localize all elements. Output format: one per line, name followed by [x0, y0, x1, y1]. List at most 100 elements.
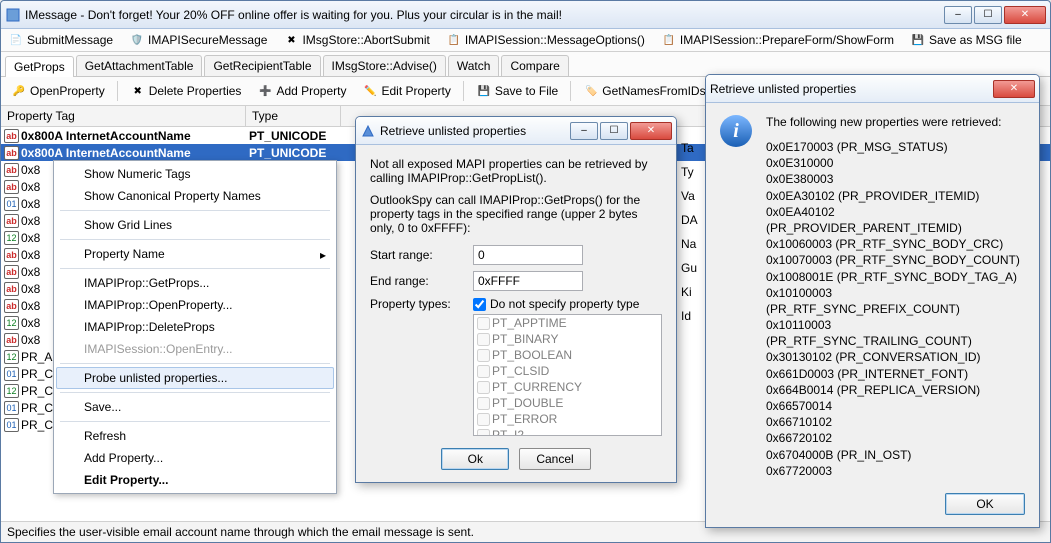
dialog-icon: [360, 123, 376, 139]
type-ab-icon: ab: [4, 146, 19, 160]
save-msg-button[interactable]: 💾Save as MSG file: [907, 31, 1025, 49]
result-line: 0x0E170003 (PR_MSG_STATUS): [766, 139, 1025, 155]
property-types-listbox[interactable]: PT_APPTIMEPT_BINARYPT_BOOLEANPT_CLSIDPT_…: [473, 314, 662, 436]
menu-property-name[interactable]: Property Name▸: [56, 243, 334, 265]
menu-refresh[interactable]: Refresh: [56, 425, 334, 447]
end-range-input[interactable]: [473, 271, 583, 291]
clipped-label: Ta: [681, 141, 698, 155]
type-ab-icon: ab: [4, 163, 19, 177]
editproperty-button[interactable]: ✏️Edit Property: [356, 80, 456, 102]
column-type[interactable]: Type: [246, 106, 341, 126]
abort-icon: ✖: [283, 32, 299, 48]
tab-getattachmenttable[interactable]: GetAttachmentTable: [76, 55, 203, 76]
tab-compare[interactable]: Compare: [501, 55, 568, 76]
menu-deleteprops[interactable]: IMAPIProp::DeleteProps: [56, 316, 334, 338]
submenu-arrow-icon: ▸: [320, 248, 326, 262]
form-icon: 📋: [661, 32, 677, 48]
result-line: 0x664B0014 (PR_REPLICA_VERSION): [766, 382, 1025, 398]
tab-getrecipienttable[interactable]: GetRecipientTable: [204, 55, 320, 76]
property-type-item[interactable]: PT_CLSID: [474, 363, 661, 379]
result-line: 0x661D0003 (PR_INTERNET_FONT): [766, 366, 1025, 382]
do-not-specify-checkbox[interactable]: [473, 298, 486, 311]
menu-show-numeric-tags[interactable]: Show Numeric Tags: [56, 163, 334, 185]
minimize-button[interactable]: –: [944, 6, 972, 24]
column-property-tag[interactable]: Property Tag: [1, 106, 246, 126]
start-range-input[interactable]: [473, 245, 583, 265]
property-types-label: Property types:: [370, 297, 465, 311]
menu-add-property[interactable]: Add Property...: [56, 447, 334, 469]
prepareform-button[interactable]: 📋IMAPISession::PrepareForm/ShowForm: [658, 31, 897, 49]
imapisecure-button[interactable]: 🛡️IMAPISecureMessage: [126, 31, 270, 49]
result-line: 0x30130102 (PR_CONVERSATION_ID): [766, 349, 1025, 365]
dialog2-titlebar: Retrieve unlisted properties ✕: [706, 75, 1039, 103]
dialog1-close-button[interactable]: ✕: [630, 122, 672, 140]
property-type-checkbox: [477, 413, 490, 426]
save-icon: 💾: [476, 83, 492, 99]
deleteproperties-button[interactable]: ✖Delete Properties: [124, 80, 248, 102]
menu-show-canonical[interactable]: Show Canonical Property Names: [56, 185, 334, 207]
dialog1-minimize-button[interactable]: –: [570, 122, 598, 140]
tab-watch[interactable]: Watch: [448, 55, 500, 76]
result-line: 0x66720102: [766, 430, 1025, 446]
property-type-item[interactable]: PT_DOUBLE: [474, 395, 661, 411]
getnamesfromids-button[interactable]: 🏷️GetNamesFromIDs(): [577, 80, 719, 102]
dialog2-close-button[interactable]: ✕: [993, 80, 1035, 98]
close-button[interactable]: ✕: [1004, 6, 1046, 24]
do-not-specify-label: Do not specify property type: [490, 297, 639, 311]
message-options-button[interactable]: 📋IMAPISession::MessageOptions(): [443, 31, 648, 49]
submitmessage-button[interactable]: 📄SubmitMessage: [5, 31, 116, 49]
openproperty-button[interactable]: 🔑OpenProperty: [5, 80, 111, 102]
menu-save[interactable]: Save...: [56, 396, 334, 418]
result-line: 0x0E310000: [766, 155, 1025, 171]
property-type-item[interactable]: PT_BINARY: [474, 331, 661, 347]
result-line: 0x66710102: [766, 414, 1025, 430]
doc-icon: 📄: [8, 32, 24, 48]
type-ab-icon: ab: [4, 129, 19, 143]
type-num-icon: 12: [4, 384, 19, 398]
type-ab-icon: ab: [4, 180, 19, 194]
dialog1-message2: OutlookSpy can call IMAPIProp::GetProps(…: [370, 193, 662, 235]
savetofile-button[interactable]: 💾Save to File: [470, 80, 564, 102]
menu-getprops[interactable]: IMAPIProp::GetProps...: [56, 272, 334, 294]
toolbar-main: 📄SubmitMessage 🛡️IMAPISecureMessage ✖IMs…: [1, 29, 1050, 52]
result-line: 0x0E380003: [766, 171, 1025, 187]
maximize-button[interactable]: ☐: [974, 6, 1002, 24]
property-type-item[interactable]: PT_ERROR: [474, 411, 661, 427]
addproperty-button[interactable]: ➕Add Property: [251, 80, 352, 102]
tab-advise[interactable]: IMsgStore::Advise(): [323, 55, 446, 76]
type-ab-icon: ab: [4, 299, 19, 313]
dialog1-maximize-button[interactable]: ☐: [600, 122, 628, 140]
menu-openproperty[interactable]: IMAPIProp::OpenProperty...: [56, 294, 334, 316]
property-type-checkbox: [477, 381, 490, 394]
abort-submit-button[interactable]: ✖IMsgStore::AbortSubmit: [280, 31, 432, 49]
type-num-icon: 12: [4, 350, 19, 364]
type-bin-icon: 01: [4, 367, 19, 381]
type-ab-icon: ab: [4, 248, 19, 262]
dialog2-results-list: 0x0E170003 (PR_MSG_STATUS)0x0E3100000x0E…: [766, 139, 1025, 479]
dialog1-cancel-button[interactable]: Cancel: [519, 448, 590, 470]
dialog2-ok-button[interactable]: OK: [945, 493, 1025, 515]
result-line: 0x10060003 (PR_RTF_SYNC_BODY_CRC): [766, 236, 1025, 252]
menu-show-gridlines[interactable]: Show Grid Lines: [56, 214, 334, 236]
result-line: 0x10100003 (PR_RTF_SYNC_PREFIX_COUNT): [766, 285, 1025, 317]
context-menu: Show Numeric Tags Show Canonical Propert…: [53, 160, 337, 494]
result-line: 0x0EA40102 (PR_PROVIDER_PARENT_ITEMID): [766, 204, 1025, 236]
property-type-checkbox: [477, 333, 490, 346]
clipped-label: DA: [681, 213, 698, 227]
dialog1-message1: Not all exposed MAPI properties can be r…: [370, 157, 662, 185]
menu-probe-unlisted[interactable]: Probe unlisted properties...: [56, 367, 334, 389]
result-line: 0x6704000B (PR_IN_OST): [766, 447, 1025, 463]
property-type-item[interactable]: PT_BOOLEAN: [474, 347, 661, 363]
type-ab-icon: ab: [4, 265, 19, 279]
info-icon: i: [720, 115, 752, 147]
property-type-item[interactable]: PT_CURRENCY: [474, 379, 661, 395]
dialog1-ok-button[interactable]: Ok: [441, 448, 509, 470]
tab-getprops[interactable]: GetProps: [5, 56, 74, 77]
property-type-item[interactable]: PT_APPTIME: [474, 315, 661, 331]
clipped-label: Ty: [681, 165, 698, 179]
result-line: 0x66570014: [766, 398, 1025, 414]
menu-edit-property[interactable]: Edit Property...: [56, 469, 334, 491]
menu-openentry: IMAPISession::OpenEntry...: [56, 338, 334, 360]
property-type-item[interactable]: PT_I2: [474, 427, 661, 436]
clipped-label: Va: [681, 189, 698, 203]
